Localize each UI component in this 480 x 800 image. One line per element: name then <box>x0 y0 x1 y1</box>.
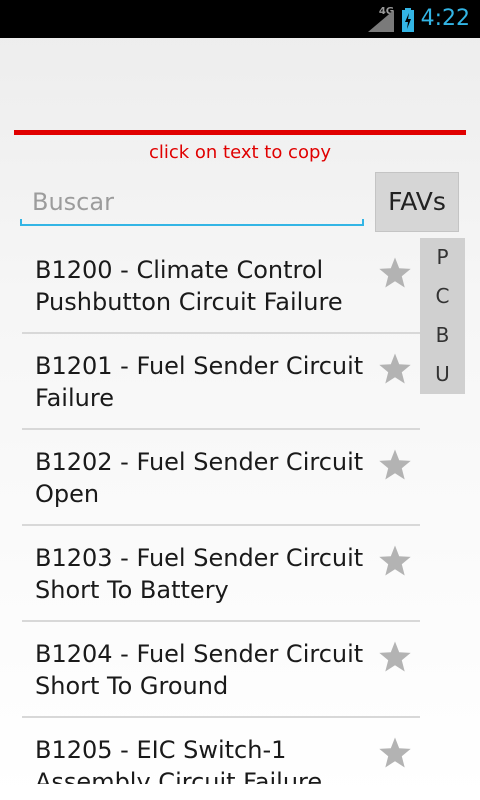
index-letter[interactable]: P <box>420 238 465 277</box>
search-input[interactable] <box>20 180 364 224</box>
status-bar: 4G 4:22 <box>0 0 480 38</box>
code-text[interactable]: B1203 - Fuel Sender Circuit Short To Bat… <box>35 542 365 606</box>
battery-charging-icon <box>402 8 414 32</box>
code-text[interactable]: B1201 - Fuel Sender Circuit Failure <box>35 350 365 414</box>
list-item[interactable]: B1202 - Fuel Sender Circuit Open <box>22 430 420 526</box>
code-text[interactable]: B1202 - Fuel Sender Circuit Open <box>35 446 365 510</box>
star-icon[interactable] <box>378 256 412 290</box>
signal-icon <box>368 10 394 32</box>
star-icon[interactable] <box>378 544 412 578</box>
list-item[interactable]: B1205 - EIC Switch-1 Assembly Circuit Fa… <box>22 718 420 784</box>
search-box[interactable] <box>20 180 364 228</box>
code-text[interactable]: B1205 - EIC Switch-1 Assembly Circuit Fa… <box>35 734 365 784</box>
clock: 4:22 <box>420 6 470 31</box>
index-bar[interactable]: PCBU <box>420 238 465 394</box>
star-icon[interactable] <box>378 640 412 674</box>
star-icon[interactable] <box>378 352 412 386</box>
search-underline <box>20 219 364 226</box>
list-item[interactable]: B1203 - Fuel Sender Circuit Short To Bat… <box>22 526 420 622</box>
star-icon[interactable] <box>378 448 412 482</box>
red-divider <box>14 130 466 135</box>
index-letter[interactable]: U <box>420 355 465 394</box>
favs-button[interactable]: FAVs <box>375 172 459 232</box>
code-list[interactable]: B1200 - Climate Control Pushbutton Circu… <box>22 238 420 784</box>
copy-hint: click on text to copy <box>148 142 332 163</box>
code-text[interactable]: B1200 - Climate Control Pushbutton Circu… <box>35 254 365 318</box>
index-letter[interactable]: C <box>420 277 465 316</box>
list-item[interactable]: B1201 - Fuel Sender Circuit Failure <box>22 334 420 430</box>
star-icon[interactable] <box>378 736 412 770</box>
code-text[interactable]: B1204 - Fuel Sender Circuit Short To Gro… <box>35 638 365 702</box>
list-item[interactable]: B1204 - Fuel Sender Circuit Short To Gro… <box>22 622 420 718</box>
list-item[interactable]: B1200 - Climate Control Pushbutton Circu… <box>22 238 420 334</box>
index-letter[interactable]: B <box>420 316 465 355</box>
